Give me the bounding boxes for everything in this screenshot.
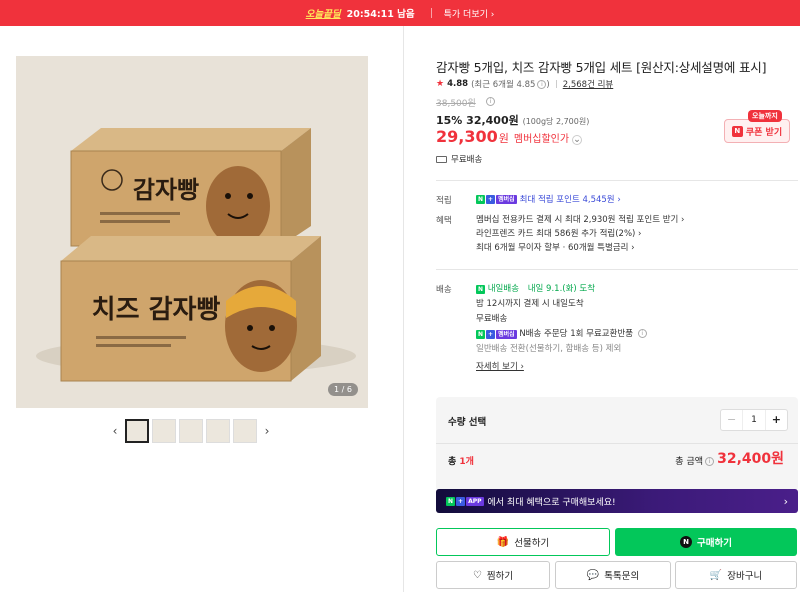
product-photo: 감자빵 치즈 감자빵 — [16, 56, 368, 408]
benefit-item[interactable]: 라인프렌즈 카드 최대 586원 추가 적립(2%) › — [476, 227, 684, 241]
original-price: 38,500원 — [436, 99, 476, 109]
member-price: 29,300 — [436, 127, 498, 146]
coupon-today-badge: 오늘까지 — [748, 110, 782, 122]
quantity-box: 수량 선택 − 1 + 총 1개 총 금액 i 32,400원 — [436, 397, 798, 491]
quantity-label: 수량 선택 — [448, 417, 487, 428]
app-promo-banner[interactable]: N + APP 에서 최대 혜택으로 구매해보세요! › — [436, 489, 798, 513]
deal-banner[interactable]: 오늘끝딜 20:54:11 남음 특가 더보기 › — [0, 0, 800, 26]
more-deals-link[interactable]: 특가 더보기 › — [444, 7, 495, 20]
chevron-down-icon[interactable]: ⌄ — [572, 135, 583, 145]
member-price-won: 원 — [498, 132, 509, 145]
talktalk-button[interactable]: 💬 톡톡문의 — [555, 561, 671, 589]
delivery-tag: 내일배송 — [487, 284, 520, 294]
zzim-label: 찜하기 — [486, 571, 514, 582]
recent-rating: (최근 6개월 4.85 i) — [471, 80, 550, 90]
deal-badge: 오늘끝딜 — [305, 9, 341, 20]
box2-label: 치즈 감자빵 — [92, 295, 221, 325]
heart-icon: ♡ — [472, 569, 482, 581]
return-text: N배송 주문당 1회 무료교환반품 — [519, 329, 634, 339]
member-price-label: 멤버십할인가 — [513, 134, 570, 145]
buy-label: 구매하기 — [697, 538, 732, 549]
thumbnail-5[interactable] — [233, 419, 257, 443]
thumbnail-2[interactable] — [152, 419, 176, 443]
cart-button[interactable]: 🛒 장바구니 — [675, 561, 797, 589]
box1-label: 감자빵 — [133, 176, 199, 204]
deal-countdown: 20:54:11 남음 — [346, 9, 415, 20]
naver-n-icon: N — [731, 125, 743, 137]
info-icon[interactable]: i — [637, 329, 647, 338]
naver-app-icon: N + APP — [446, 496, 484, 506]
quantity-value[interactable]: 1 — [742, 410, 766, 430]
delivery-label: 배송 — [436, 285, 452, 295]
total-amount-label: 총 금액 i — [675, 454, 714, 467]
coupon-label: 쿠폰 받기 — [745, 127, 783, 138]
prev-thumbnail-arrow[interactable]: ‹ — [108, 424, 122, 438]
thumbnail-3[interactable] — [179, 419, 203, 443]
gift-label: 선물하기 — [514, 538, 550, 549]
thumbnail-strip: ‹ › — [108, 419, 274, 443]
delivery-exclude: 일반배송 전환(선물하기, 함배송 등) 제외 — [476, 344, 622, 354]
shipping-text: 무료배송 — [451, 155, 483, 165]
info-icon[interactable]: i — [537, 80, 547, 89]
benefit-item[interactable]: 멤버십 전용카드 결제 시 최대 2,930원 적립 포인트 받기 › — [476, 213, 684, 227]
benefit-item[interactable]: 최대 6개월 무이자 할부 · 60개월 특별금리 › — [476, 241, 684, 255]
total-amount: 32,400원 — [717, 451, 784, 467]
quantity-minus-button[interactable]: − — [721, 410, 742, 430]
quantity-divider — [436, 443, 798, 444]
thumbnail-1[interactable] — [125, 419, 149, 443]
quantity-stepper[interactable]: − 1 + — [720, 409, 788, 431]
image-counter: 1 / 6 — [328, 383, 358, 396]
gift-button[interactable]: 🎁 선물하기 — [436, 528, 610, 556]
coupon-button[interactable]: N 쿠폰 받기 — [724, 119, 790, 143]
delivery-arrival: 내일 9.1.(화) 도착 — [527, 284, 596, 294]
review-count-link[interactable]: 2,568건 리뷰 — [563, 78, 614, 90]
rating-row: ★ 4.88 (최근 6개월 4.85 i) 2,568건 리뷰 — [436, 78, 613, 90]
zzim-button[interactable]: ♡ 찜하기 — [436, 561, 550, 589]
rating-divider — [555, 80, 557, 88]
points-link[interactable]: 최대 적립 포인트 4,545원 › — [520, 193, 621, 205]
product-gallery: 감자빵 치즈 감자빵 1 / 6 ‹ › — [0, 26, 404, 592]
star-icon: ★ — [436, 79, 445, 89]
cart-label: 장바구니 — [727, 571, 763, 582]
member-price-row[interactable]: 29,300 원 멤버십할인가 ⌄ — [436, 127, 583, 146]
delivery-cutoff: 밤 12시까지 결제 시 내일도착 — [476, 299, 584, 309]
chat-icon: 💬 — [586, 569, 600, 581]
main-product-image[interactable]: 감자빵 치즈 감자빵 1 / 6 — [16, 56, 368, 408]
truck-icon — [436, 155, 447, 163]
product-title: 감자빵 5개입, 치즈 감자빵 5개입 세트 [원산지:상세설명에 표시] — [436, 60, 767, 75]
delivery-free: 무료배송 — [476, 314, 508, 324]
section-divider — [436, 269, 798, 270]
price-info-icon[interactable]: i — [486, 97, 495, 106]
thumbnail-4[interactable] — [206, 419, 230, 443]
info-icon[interactable]: i — [705, 457, 714, 466]
delivery-info: N 내일배송 내일 9.1.(화) 도착 밤 12시까지 결제 시 내일도착 무… — [476, 282, 647, 375]
buy-button[interactable]: N 구매하기 — [615, 528, 797, 556]
gift-icon: 🎁 — [496, 536, 510, 548]
tomorrow-delivery-icon: N — [476, 285, 486, 294]
chevron-right-icon: › — [783, 494, 788, 508]
total-count: 총 1개 — [448, 457, 474, 467]
rating-score: 4.88 — [447, 79, 469, 89]
discount-price: 15% 32,400원 (100g당 2,700원) — [436, 114, 590, 127]
points-row[interactable]: N + 멤버십 최대 적립 포인트 4,545원 › — [476, 193, 621, 205]
delivery-more-link[interactable]: 자세히 보기 › — [476, 360, 647, 375]
quantity-plus-button[interactable]: + — [766, 410, 787, 430]
section-divider — [436, 180, 798, 181]
banner-divider — [430, 8, 432, 18]
cart-icon: 🛒 — [709, 569, 723, 581]
product-info: 감자빵 5개입, 치즈 감자빵 5개입 세트 [원산지:상세설명에 표시] ★ … — [404, 26, 800, 592]
delivery-arrival-row: N 내일배송 내일 9.1.(화) 도착 — [476, 282, 647, 297]
next-thumbnail-arrow[interactable]: › — [260, 424, 274, 438]
naver-plus-icon: N + 멤버십 — [476, 194, 517, 204]
benefits-list: 멤버십 전용카드 결제 시 최대 2,930원 적립 포인트 받기 › 라인프렌… — [476, 213, 684, 255]
naver-plus-icon: N + 멤버십 — [476, 330, 517, 339]
promo-text: 에서 최대 혜택으로 구매해보세요! — [487, 497, 616, 508]
points-label: 적립 — [436, 196, 452, 206]
shipping-info: 무료배송 — [436, 153, 482, 165]
return-row: N + 멤버십 N배송 주문당 1회 무료교환반품 i — [476, 327, 647, 342]
naver-pay-icon: N — [680, 536, 693, 548]
unit-price: (100g당 2,700원) — [522, 117, 590, 126]
talk-label: 톡톡문의 — [604, 571, 640, 582]
benefits-label: 혜택 — [436, 216, 452, 226]
